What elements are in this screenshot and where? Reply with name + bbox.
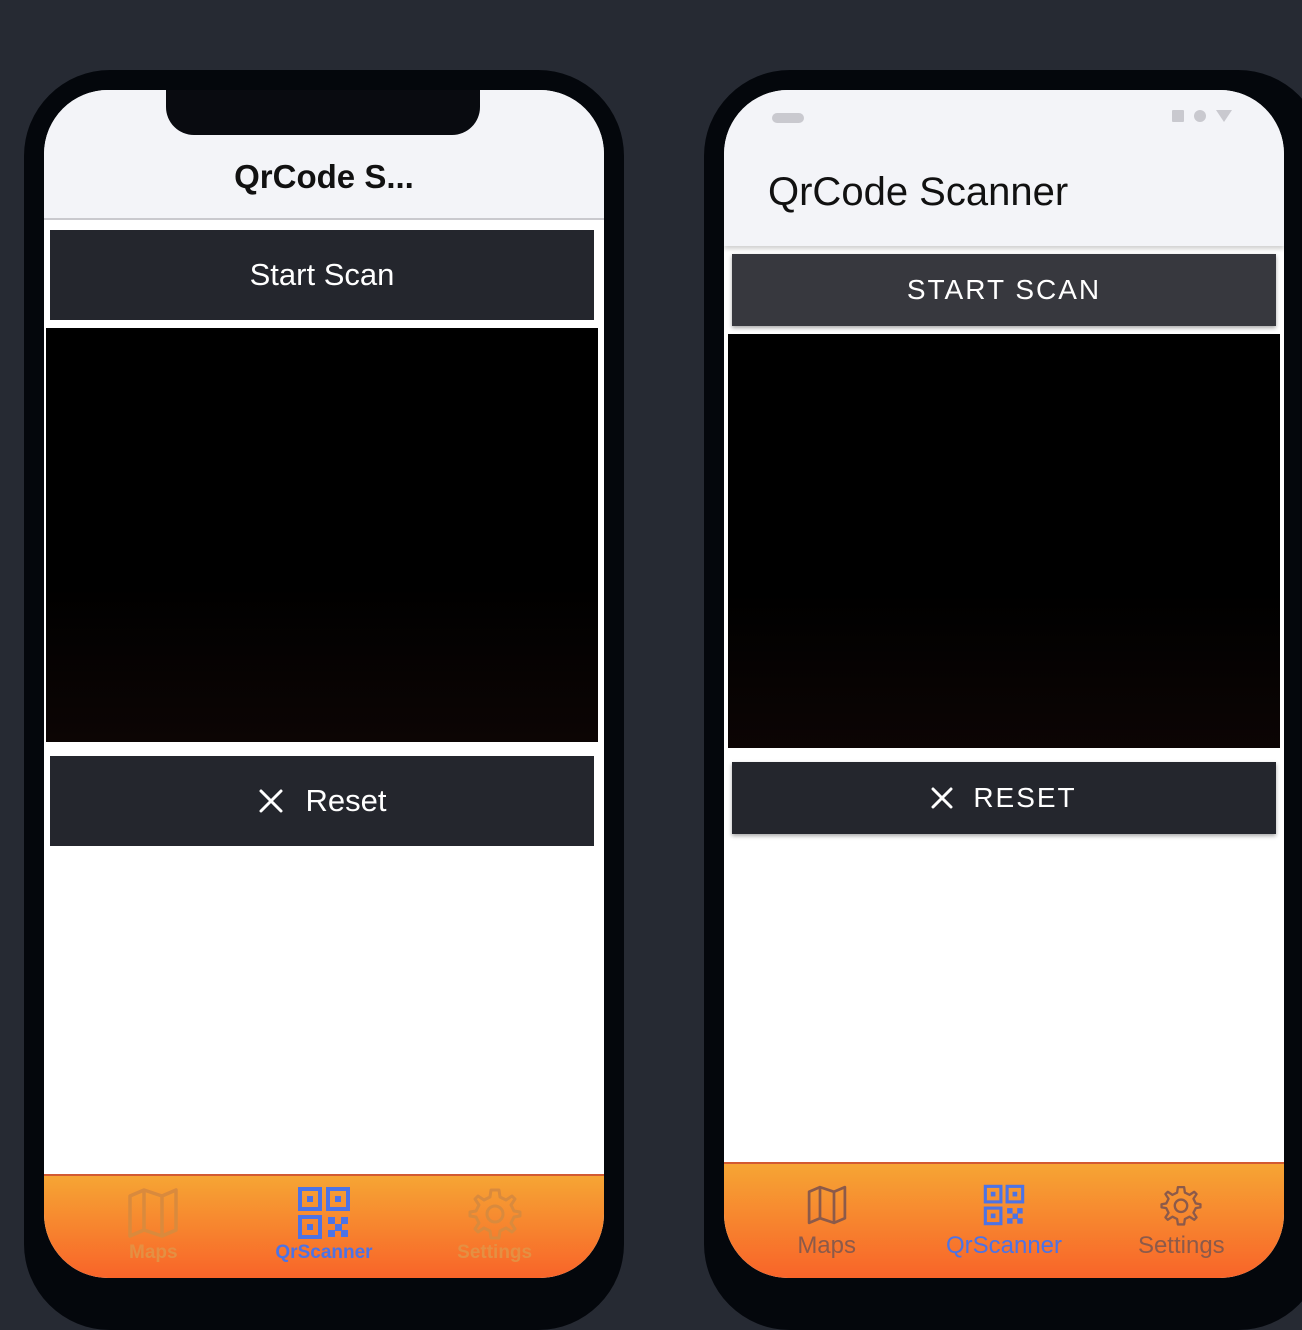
tab-maps[interactable]: Maps [752, 1164, 902, 1260]
page-title: QrCode Scanner [768, 170, 1069, 214]
reset-label: RESET [973, 782, 1077, 813]
page-title: QrCode S... [234, 158, 414, 195]
gear-icon [468, 1188, 522, 1240]
start-scan-label: Start Scan [249, 257, 395, 292]
qrcode-icon [297, 1187, 350, 1239]
tab-label-qrscanner: QrScanner [945, 1232, 1063, 1259]
circle-icon [1194, 110, 1206, 122]
reset-label: Reset [305, 783, 387, 818]
start-scan-label: START SCAN [906, 274, 1102, 305]
close-icon [931, 787, 953, 809]
reset-button[interactable]: Reset [50, 756, 594, 846]
tab-qrscanner[interactable]: QrScanner [929, 1164, 1079, 1260]
close-icon [259, 789, 282, 813]
map-icon [128, 1188, 179, 1238]
start-scan-button[interactable]: START SCAN [732, 254, 1276, 326]
android-screen: QrCode Scanner START SCAN RESET Maps QrS… [724, 90, 1284, 1278]
ios-phone-frame: QrCode S... Start Scan Reset Maps QrScan… [24, 70, 624, 1330]
map-icon [807, 1185, 846, 1225]
tab-maps[interactable]: Maps [78, 1176, 228, 1264]
tab-settings[interactable]: Settings [1106, 1164, 1256, 1260]
ios-screen: QrCode S... Start Scan Reset Maps QrScan… [44, 90, 604, 1278]
triangle-icon [1216, 110, 1232, 122]
tab-label-maps: Maps [797, 1232, 856, 1259]
ios-header: QrCode S... [44, 90, 604, 220]
square-icon [1172, 110, 1184, 122]
tab-bar: Maps QrScanner Settings [44, 1174, 604, 1278]
status-bar-pill [772, 113, 804, 123]
tab-label-qrscanner: QrScanner [275, 1242, 373, 1263]
camera-preview [728, 334, 1280, 748]
start-scan-button[interactable]: Start Scan [50, 230, 594, 320]
tab-label-settings: Settings [457, 1242, 533, 1263]
status-bar-icons [1172, 110, 1232, 122]
camera-preview [46, 328, 598, 742]
phone-notch [166, 90, 480, 135]
qrcode-icon [983, 1184, 1025, 1226]
android-header: QrCode Scanner [724, 90, 1284, 246]
tab-label-settings: Settings [1137, 1232, 1225, 1259]
tab-settings[interactable]: Settings [420, 1176, 570, 1264]
tab-label-maps: Maps [129, 1242, 178, 1263]
android-phone-frame: QrCode Scanner START SCAN RESET Maps QrS… [704, 70, 1302, 1330]
tab-qrscanner[interactable]: QrScanner [249, 1176, 399, 1264]
tab-bar: Maps QrScanner Settings [724, 1162, 1284, 1278]
gear-icon [1160, 1185, 1202, 1226]
reset-button[interactable]: RESET [732, 762, 1276, 834]
